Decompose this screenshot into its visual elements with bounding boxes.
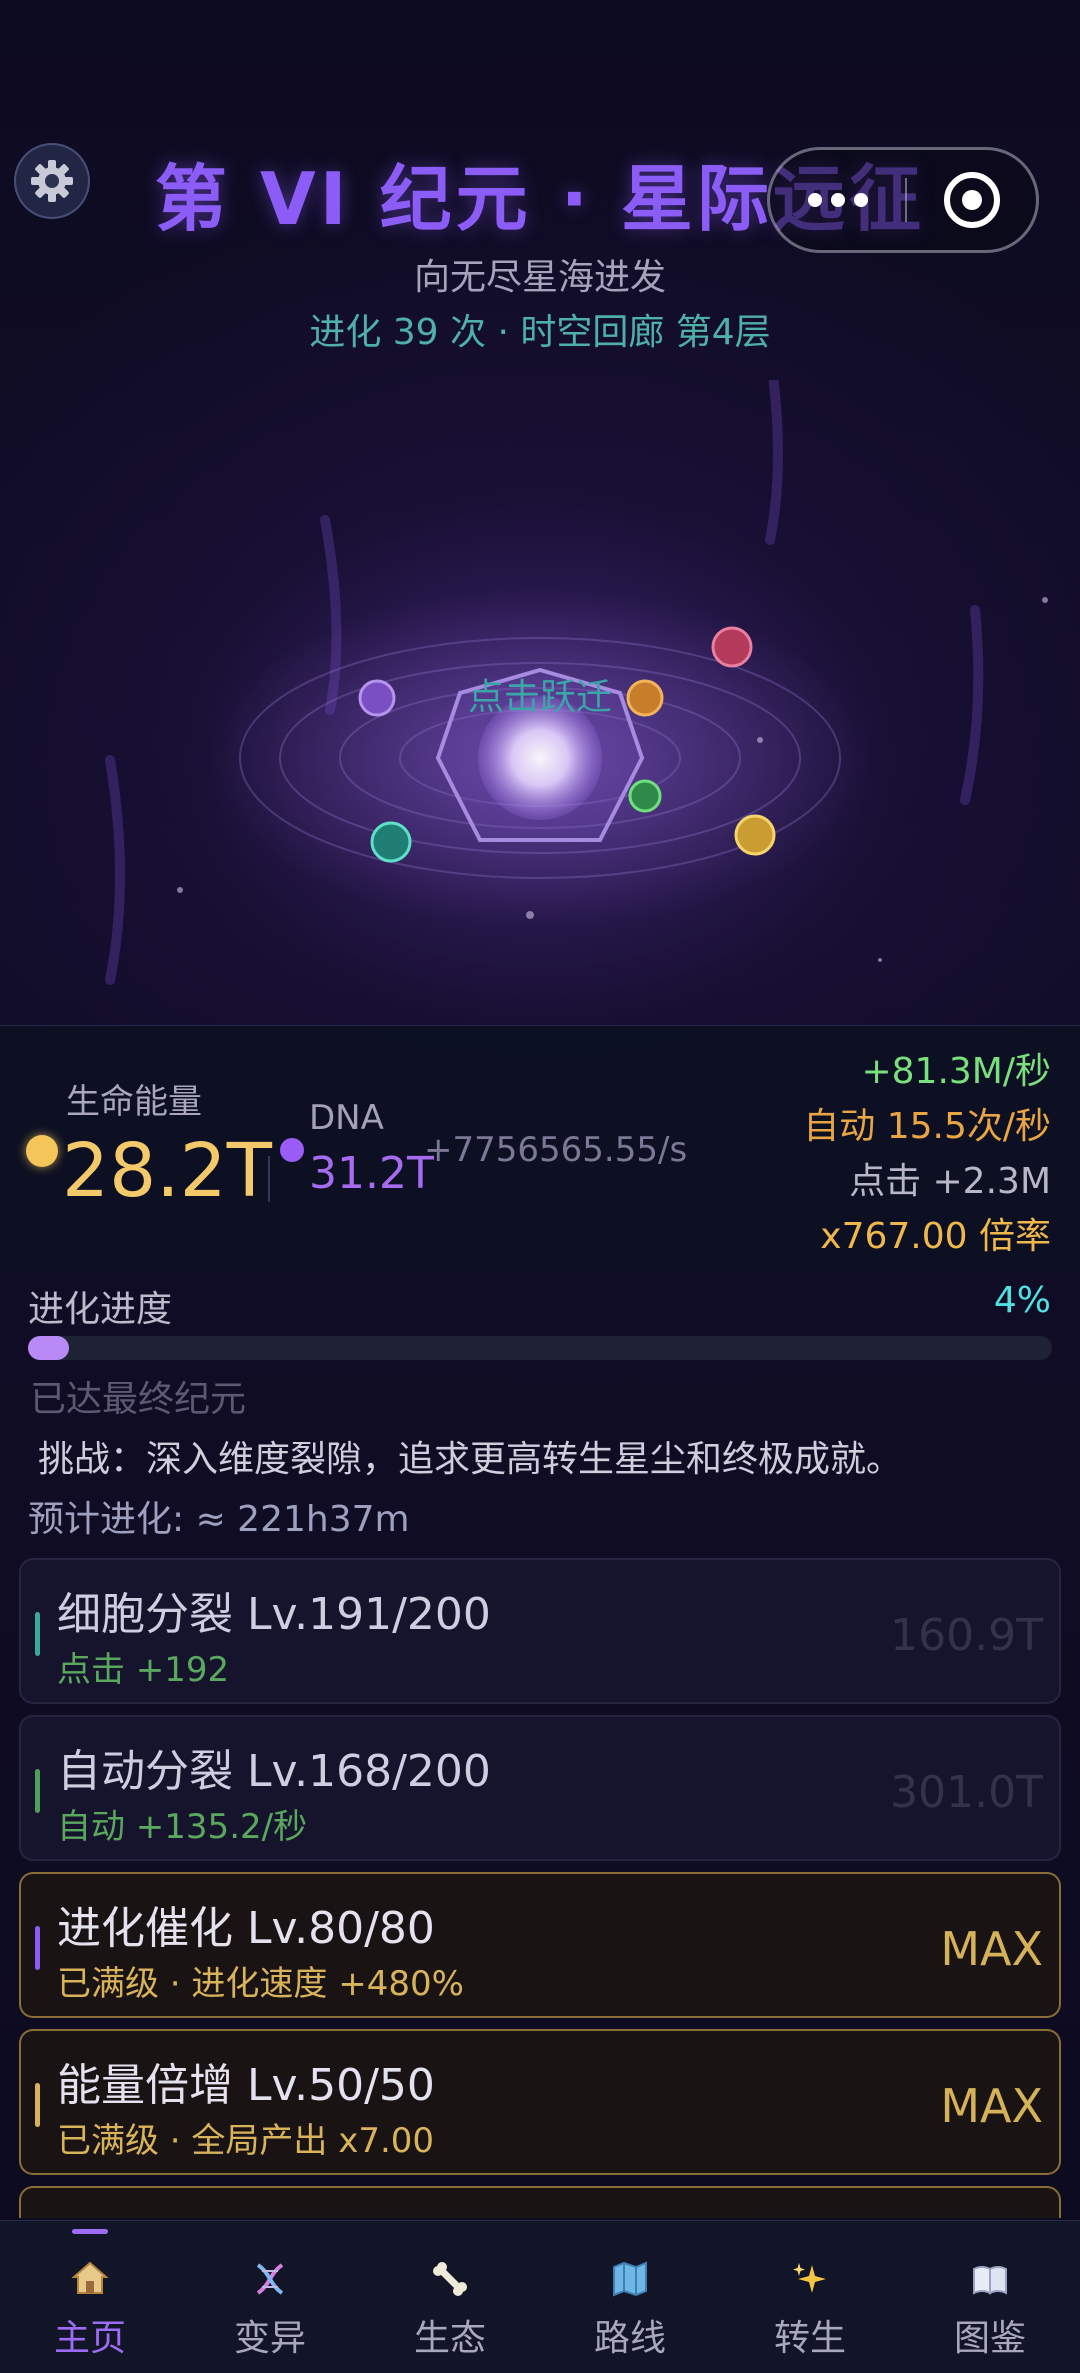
nav-label: 路线 bbox=[593, 2318, 666, 2359]
nav-ecology[interactable]: 生态 bbox=[360, 2221, 540, 2373]
upgrade-name: 自动分裂 Lv.168/200 bbox=[57, 1746, 491, 1797]
home-icon bbox=[70, 2257, 110, 2301]
final-era-note: 已达最终纪元 bbox=[30, 1379, 247, 1420]
dna-icon bbox=[280, 1138, 304, 1162]
click-value: 点击 +2.3M bbox=[849, 1161, 1051, 1202]
upgrade-cost: 160.9T bbox=[890, 1610, 1043, 1661]
upgrade-card-energy-multiplier[interactable]: 能量倍增 Lv.50/50 已满级 · 全局产出 x7.00 MAX bbox=[19, 2029, 1061, 2175]
dna-icon bbox=[250, 2257, 290, 2301]
upgrade-card-cell-division[interactable]: 细胞分裂 Lv.191/200 点击 +192 160.9T bbox=[19, 1558, 1061, 1704]
evolution-progress-percent: 4% bbox=[993, 1280, 1051, 1321]
production-rates: +81.3M/秒 自动 15.5次/秒 点击 +2.3M x767.00 倍率 bbox=[803, 1044, 1051, 1264]
planet-green-small bbox=[628, 779, 662, 813]
upgrade-list: 细胞分裂 Lv.191/200 点击 +192 160.9T 自动分裂 Lv.1… bbox=[19, 1558, 1061, 2218]
planet-gold bbox=[734, 814, 776, 856]
upgrade-card-evolution-catalyst[interactable]: 进化催化 Lv.80/80 已满级 · 进化速度 +480% MAX bbox=[19, 1872, 1061, 2018]
evolution-eta: 预计进化: ≈ 221h37m bbox=[28, 1499, 410, 1540]
upgrade-card-auto-division[interactable]: 自动分裂 Lv.168/200 自动 +135.2/秒 301.0T bbox=[19, 1715, 1061, 1861]
dna-label: DNA bbox=[309, 1098, 384, 1138]
sparkle-icon bbox=[790, 2257, 830, 2301]
max-badge: MAX bbox=[940, 2079, 1043, 2133]
evolution-count: 进化 39 次 · 时空回廊 第4层 bbox=[309, 312, 771, 353]
nav-label: 生态 bbox=[413, 2318, 486, 2359]
card-accent bbox=[35, 1926, 40, 1970]
book-icon bbox=[970, 2257, 1010, 2301]
nav-home[interactable]: 主页 bbox=[0, 2221, 180, 2373]
nav-label: 图鉴 bbox=[953, 2318, 1026, 2359]
close-miniprogram-button[interactable] bbox=[907, 150, 1036, 250]
resource-panel: 生命能量 28.2T DNA 31.2T +7756565.55/s +81.3… bbox=[0, 1025, 1080, 1271]
more-button[interactable] bbox=[770, 150, 905, 250]
life-energy-value: 28.2T bbox=[62, 1128, 272, 1214]
upgrade-card-auto-click[interactable]: 自动点击 Lv.50/50 bbox=[19, 2186, 1061, 2218]
upgrade-name: 自动点击 Lv.50/50 bbox=[57, 2206, 435, 2218]
app-root: 第 VI 纪元 · 星际远征 向无尽星海进发 进化 39 次 · 时空回廊 第4… bbox=[0, 0, 1080, 2373]
upgrade-cost: 301.0T bbox=[890, 1767, 1043, 1818]
more-dots-icon bbox=[807, 193, 868, 207]
upgrade-effect: 点击 +192 bbox=[57, 1650, 230, 1690]
dna-value: 31.2T bbox=[309, 1148, 434, 1199]
planet-teal bbox=[370, 821, 412, 863]
energy-rate: +81.3M/秒 bbox=[861, 1051, 1051, 1092]
nav-mutation[interactable]: 变异 bbox=[180, 2221, 360, 2373]
bone-icon bbox=[430, 2257, 470, 2301]
planet-red bbox=[711, 626, 753, 668]
evolution-progress-bar bbox=[28, 1336, 1052, 1360]
miniprogram-capsule bbox=[767, 147, 1039, 253]
nav-label: 主页 bbox=[53, 2318, 126, 2359]
card-accent bbox=[35, 2083, 40, 2127]
nav-route[interactable]: 路线 bbox=[540, 2221, 720, 2373]
auto-rate: 自动 15.5次/秒 bbox=[803, 1106, 1051, 1147]
upgrade-effect: 已满级 · 进化速度 +480% bbox=[57, 1964, 464, 2004]
challenge-text: 挑战：深入维度裂隙，追求更高转生星尘和终极成就。 bbox=[38, 1439, 903, 1480]
card-accent bbox=[35, 1612, 40, 1656]
upgrade-effect: 自动 +135.2/秒 bbox=[57, 1807, 308, 1847]
nav-codex[interactable]: 图鉴 bbox=[900, 2221, 1080, 2373]
active-tab-indicator bbox=[72, 2229, 108, 2234]
nav-label: 变异 bbox=[233, 2318, 306, 2359]
max-badge: MAX bbox=[940, 1922, 1043, 1976]
map-icon bbox=[610, 2257, 650, 2301]
evolution-progress-fill bbox=[28, 1336, 69, 1360]
upgrade-name: 能量倍增 Lv.50/50 bbox=[57, 2060, 435, 2111]
target-icon bbox=[943, 172, 1000, 228]
stats-divider bbox=[268, 1156, 270, 1202]
evolution-progress-label: 进化进度 bbox=[28, 1289, 173, 1330]
era-subtitle: 向无尽星海进发 bbox=[413, 257, 666, 298]
upgrade-effect: 已满级 · 全局产出 x7.00 bbox=[57, 2121, 435, 2161]
card-accent bbox=[35, 1769, 40, 1813]
nav-rebirth[interactable]: 转生 bbox=[720, 2221, 900, 2373]
upgrade-name: 细胞分裂 Lv.191/200 bbox=[57, 1589, 491, 1640]
tap-to-warp-label[interactable]: 点击跃迁 bbox=[0, 668, 1080, 720]
bottom-nav: 主页 变异 生态 路线 转生 图鉴 bbox=[0, 2220, 1080, 2373]
upgrade-name: 进化催化 Lv.80/80 bbox=[57, 1903, 435, 1954]
dna-rate: +7756565.55/s bbox=[424, 1130, 688, 1170]
life-energy-label: 生命能量 bbox=[66, 1082, 202, 1122]
multiplier: x767.00 倍率 bbox=[820, 1216, 1051, 1257]
life-energy-icon bbox=[26, 1135, 58, 1167]
nav-label: 转生 bbox=[773, 2318, 846, 2359]
